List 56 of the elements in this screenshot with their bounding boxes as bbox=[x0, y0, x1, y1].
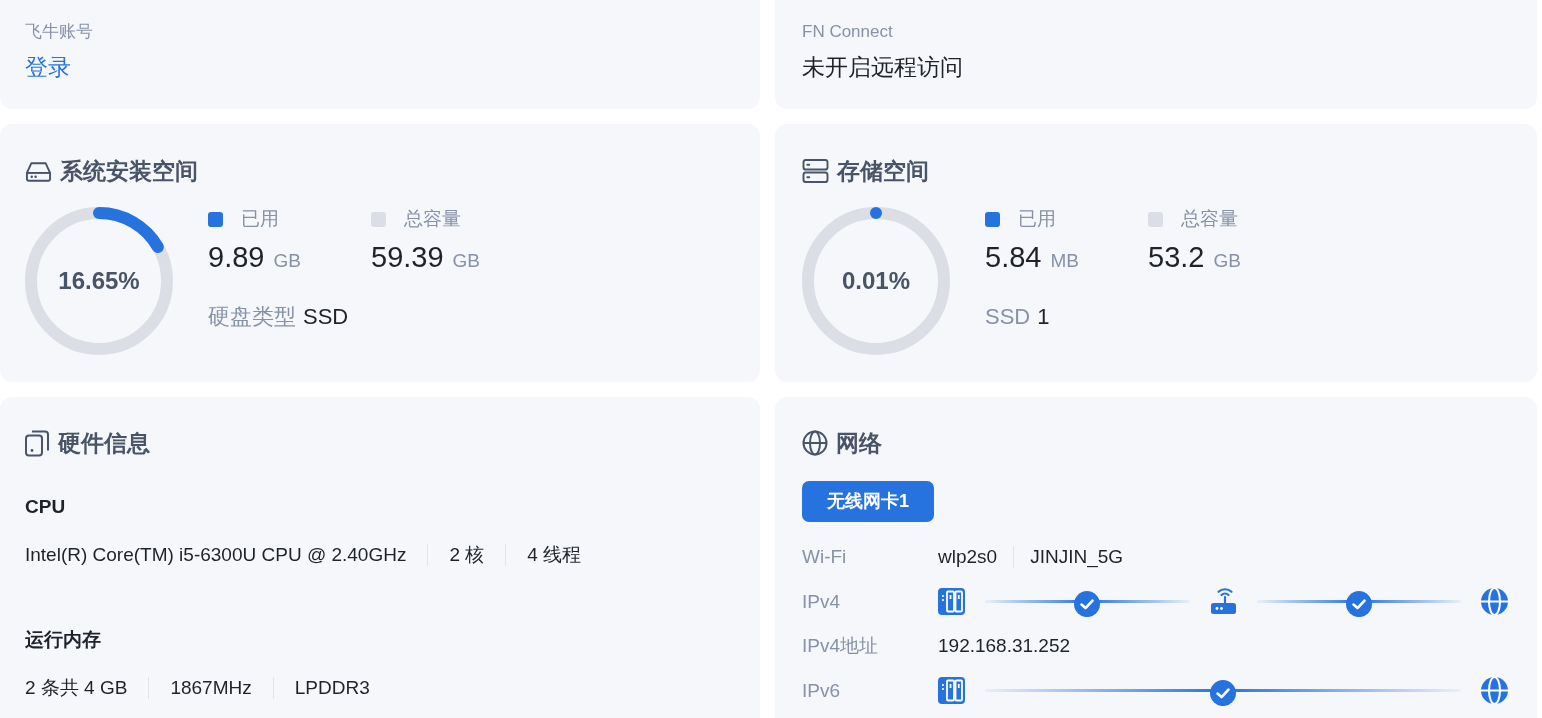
cabinet-icon bbox=[938, 677, 965, 705]
globe-icon bbox=[1481, 677, 1508, 705]
size-unit: GB bbox=[273, 249, 301, 273]
spec-text: 2 条共 4 GB bbox=[25, 676, 128, 700]
size-unit: GB bbox=[452, 249, 481, 273]
cabinet-icon bbox=[938, 588, 965, 616]
spec-text: 2 核 bbox=[449, 543, 485, 567]
section-heading: CPU bbox=[25, 495, 67, 519]
adapter-tab[interactable]: 无线网卡1 bbox=[802, 481, 934, 522]
usage-arc bbox=[93, 207, 164, 253]
globe-icon bbox=[1481, 588, 1508, 616]
service-label: FN Connect bbox=[802, 21, 894, 43]
check-icon bbox=[1210, 679, 1236, 706]
check-icon bbox=[1345, 590, 1372, 617]
row-value: JINJIN_5G bbox=[1030, 545, 1124, 570]
check-icon bbox=[1074, 590, 1101, 617]
row-label: IPv4 bbox=[802, 589, 842, 614]
row-value: wlp2s0 bbox=[938, 545, 998, 569]
card-title: 网络 bbox=[836, 429, 882, 458]
server-icon bbox=[802, 159, 829, 183]
account-label: 飞牛账号 bbox=[25, 21, 94, 43]
detail-label: 硬盘类型 bbox=[208, 302, 296, 331]
section-heading: 运行内存 bbox=[25, 628, 102, 652]
card-title: 硬件信息 bbox=[58, 429, 150, 458]
spec-text: Intel(R) Core(TM) i5-6300U CPU @ 2.40GHz bbox=[25, 543, 407, 567]
usage-arc bbox=[870, 207, 883, 219]
size-value: 9.89 bbox=[208, 240, 265, 275]
size-unit: MB bbox=[1050, 249, 1079, 273]
usage-percent: 0.01% bbox=[841, 266, 911, 296]
legend-label: 总容量 bbox=[1181, 207, 1238, 231]
login-link[interactable]: 登录 bbox=[25, 50, 71, 84]
card-title: 系统安装空间 bbox=[60, 157, 198, 186]
spec-text: LPDDR3 bbox=[294, 676, 370, 700]
spec-text: 4 线程 bbox=[527, 543, 582, 567]
detail-value: SSD bbox=[303, 302, 349, 331]
row-label: IPv6 bbox=[802, 678, 842, 703]
router-icon bbox=[1209, 588, 1237, 616]
detail-value: 1 bbox=[1037, 302, 1050, 331]
row-label: Wi-Fi bbox=[802, 545, 848, 569]
row-value: 192.168.31.252 bbox=[938, 634, 1071, 658]
size-value: 53.2 bbox=[1148, 240, 1205, 275]
size-value: 5.84 bbox=[985, 240, 1042, 275]
legend-label: 已用 bbox=[1018, 207, 1056, 231]
usage-percent: 16.65% bbox=[58, 266, 140, 296]
detail-label: SSD bbox=[985, 302, 1031, 331]
card-title: 存储空间 bbox=[837, 157, 929, 186]
spec-text: 1867MHz bbox=[170, 676, 252, 700]
hard-drive-icon bbox=[25, 159, 52, 183]
globe-icon bbox=[802, 430, 828, 456]
row-label: IPv4地址 bbox=[802, 634, 880, 658]
size-value: 59.39 bbox=[371, 240, 444, 275]
legend-label: 总容量 bbox=[404, 207, 461, 231]
size-unit: GB bbox=[1213, 249, 1241, 273]
tablet-icon bbox=[25, 429, 50, 457]
remote-access-status: 未开启远程访问 bbox=[802, 53, 964, 82]
legend-label: 已用 bbox=[241, 207, 279, 231]
